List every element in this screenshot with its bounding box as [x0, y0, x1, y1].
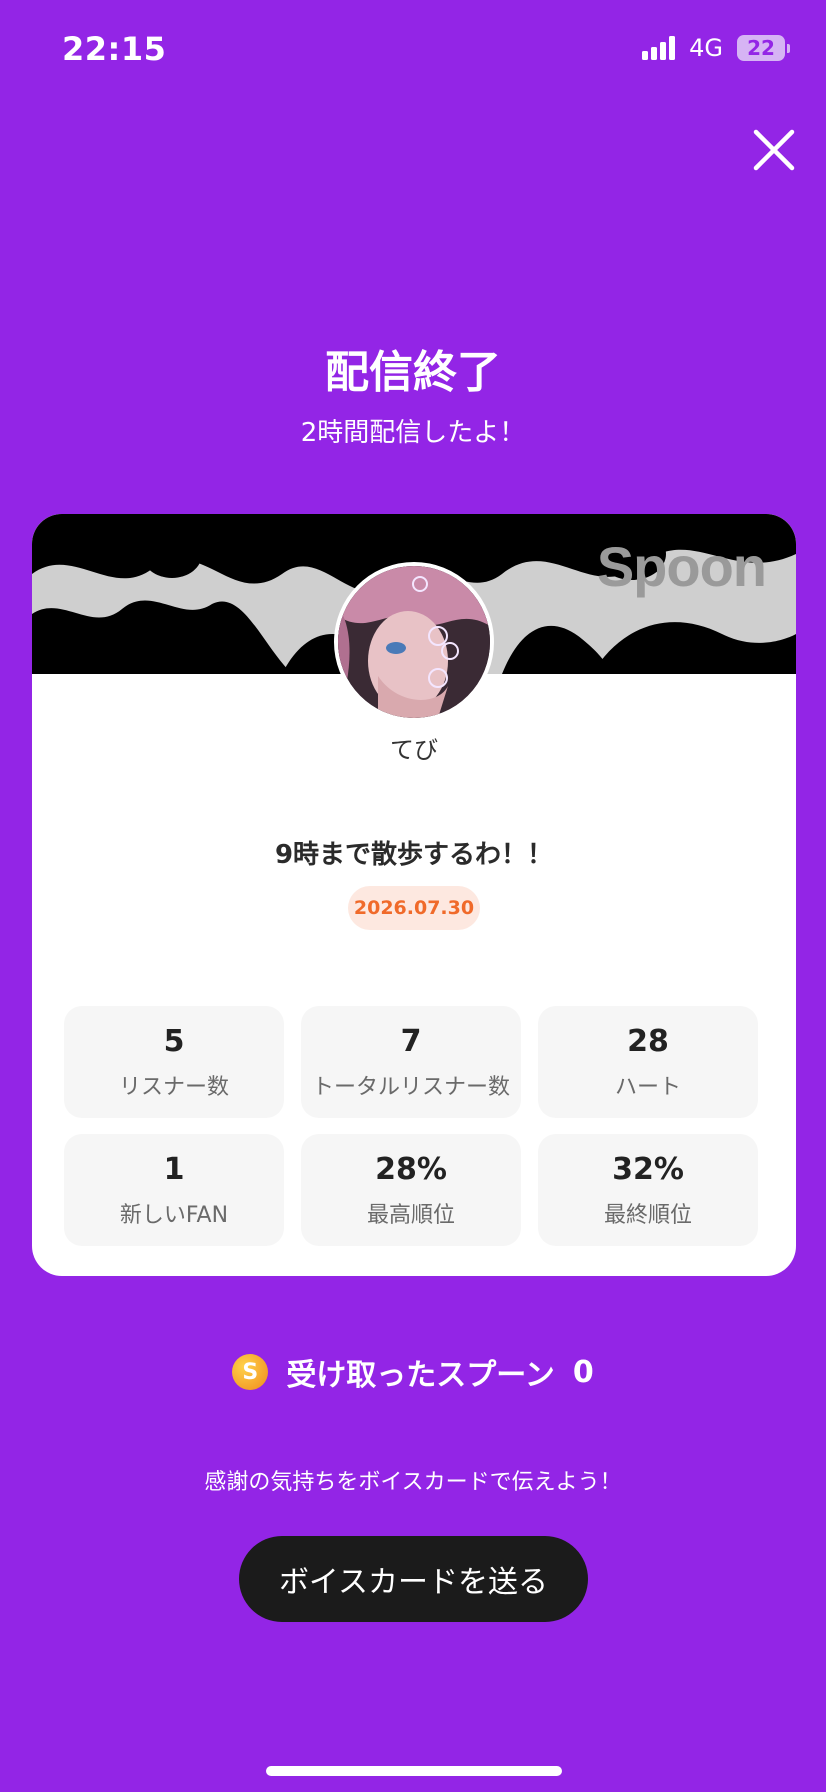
status-time: 22:15	[62, 30, 167, 68]
stat-label: 最終順位	[603, 1202, 692, 1228]
signal-icon	[642, 36, 676, 60]
date-badge: 2026.07.30	[348, 886, 480, 930]
spoons-label: 受け取ったスプーン	[286, 1358, 555, 1393]
network-type: 4G	[689, 34, 723, 62]
stat-listeners: 5 リスナー数	[64, 1006, 284, 1118]
stat-label: 新しいFAN	[119, 1202, 229, 1228]
close-icon	[753, 129, 795, 171]
stat-value: 28	[627, 1023, 669, 1059]
page-subtitle: 2時間配信したよ！	[300, 418, 526, 448]
spoons-count: 0	[572, 1354, 594, 1390]
stat-value: 28%	[375, 1151, 447, 1187]
stat-best-rank: 28% 最高順位	[301, 1134, 521, 1246]
stat-final-rank: 32% 最終順位	[538, 1134, 758, 1246]
stat-total-listeners: 7 トータルリスナー数	[301, 1006, 521, 1118]
close-button[interactable]	[752, 128, 796, 172]
stat-value: 7	[400, 1023, 422, 1059]
thanks-message: 感謝の気持ちをボイスカードで伝えよう！	[204, 1470, 622, 1495]
battery-tip	[787, 43, 790, 53]
stat-label: トータルリスナー数	[311, 1074, 510, 1100]
battery-level: 22	[747, 36, 775, 60]
stats-grid: 5 リスナー数 7 トータルリスナー数 28 ハート 1 新しいFAN 28% …	[64, 1006, 764, 1246]
live-title: 9時まで散歩するわ！！	[274, 840, 554, 870]
live-ended-screen: 22:15 4G 22 配信終了 2時間配信したよ！ Spoon てび 9時まで…	[0, 0, 826, 1792]
battery-icon: 22	[737, 35, 785, 61]
page-title: 配信終了	[325, 347, 501, 398]
avatar[interactable]	[334, 562, 494, 722]
stat-hearts: 28 ハート	[538, 1006, 758, 1118]
stat-value: 32%	[612, 1151, 684, 1187]
send-voice-card-button[interactable]: ボイスカードを送る	[239, 1536, 588, 1622]
broadcast-summary-card: Spoon てび 9時まで散歩するわ！！ 2026.07.30 5 リスナー数 …	[32, 514, 796, 1276]
stat-label: ハート	[614, 1074, 681, 1100]
stat-new-fans: 1 新しいFAN	[64, 1134, 284, 1246]
home-indicator	[266, 1766, 562, 1776]
stat-label: 最高順位	[366, 1202, 455, 1228]
status-indicators: 4G 22	[642, 34, 790, 62]
stat-value: 5	[163, 1023, 185, 1059]
spoon-logo: Spoon	[596, 535, 767, 598]
spoons-received: S 受け取ったスプーン 0	[0, 1350, 826, 1394]
username: てび	[390, 736, 438, 764]
stat-label: リスナー数	[118, 1074, 229, 1100]
spoon-coin-icon: S	[232, 1354, 269, 1390]
avatar-image	[338, 566, 490, 718]
stat-value: 1	[163, 1151, 185, 1187]
